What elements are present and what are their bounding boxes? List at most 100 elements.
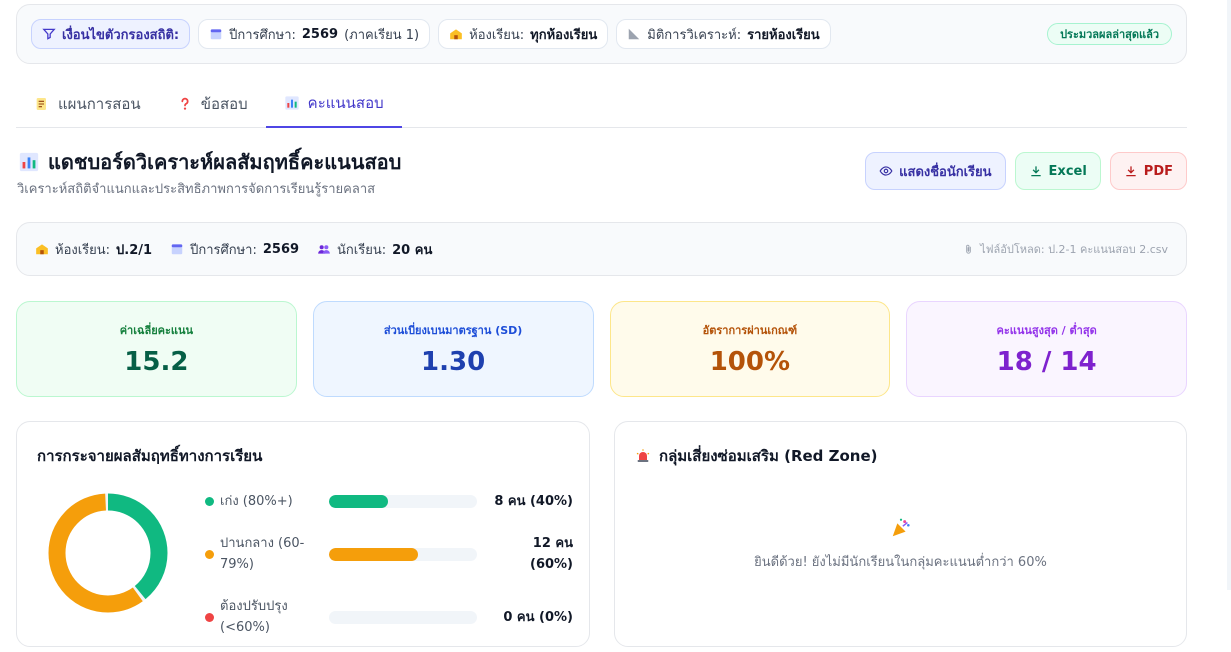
stat-cards: ค่าเฉลี่ยคะแนน 15.2 ส่วนเบี่ยงเบนมาตรฐาน… [16,301,1187,397]
info-students-value: 20 คน [392,242,433,258]
tab-lesson-plan[interactable]: แผนการสอน [16,80,159,128]
info-year-value: 2569 [262,241,300,257]
stat-value: 1.30 [421,347,486,377]
legend-row-good: เก่ง (80%+) 8 คน (40%) [205,486,573,516]
red-zone-empty-message: ยินดีด้วย! ยังไม่มีนักเรียนในกลุ่มคะแนนต… [754,555,1047,570]
filter-chip[interactable]: เงื่อนไขตัวกรองสถิติ: [31,19,191,49]
filter-bar: เงื่อนไขตัวกรองสถิติ: ปีการศึกษา: 2569 (… [16,4,1187,64]
page-title: แดชบอร์ดวิเคราะห์ผลสัมฤทธิ์คะแนนสอบ [18,146,401,178]
tab-exam[interactable]: ข้อสอบ [159,80,266,128]
legend-label: เก่ง (80%+) [220,493,293,509]
info-year: ปีการศึกษา: 2569 [170,239,299,260]
stat-card-pass-rate: อัตราการผ่านเกณฑ์ 100% [609,301,891,397]
bar-chart-icon [19,152,39,172]
download-icon [1126,166,1136,177]
eye-icon [879,166,893,176]
stat-card-sd: ส่วนเบี่ยงเบนมาตรฐาน (SD) 1.30 [312,301,594,397]
legend-row-medium: ปานกลาง (60-79%) 12 คน (60%) [205,529,573,579]
ruler-icon [629,28,640,40]
bar-chart-icon [284,96,299,110]
year-value: 2569 [301,26,339,42]
room-label: ห้องเรียน: [469,27,525,43]
info-room-label: ห้องเรียน: [55,242,111,258]
uploaded-file: ไฟล์อัปโหลด: ป.2-1 คะแนนสอบ 2.csv [963,240,1168,258]
year-chip[interactable]: ปีการศึกษา: 2569 (ภาคเรียน 1) [198,19,431,49]
action-buttons: แสดงชื่อนักเรียน Excel PDF [865,152,1187,190]
paperclip-icon [966,244,971,254]
distribution-panel: การกระจายผลสัมฤทธิ์ทางการเรียน เก่ง (80%… [16,421,590,647]
legend-bar-track [329,610,477,624]
uploaded-file-name: ไฟล์อัปโหลด: ป.2-1 คะแนนสอบ 2.csv [980,243,1168,256]
show-names-label: แสดงชื่อนักเรียน [899,164,992,180]
dimension-value: รายห้องเรียน [747,27,820,43]
legend-count: 8 คน (40%) [494,493,573,509]
tab-label: แผนการสอน [58,95,141,113]
excel-label: Excel [1048,163,1087,179]
dimension-chip[interactable]: มิติการวิเคราะห์: รายห้องเรียน [616,19,831,49]
excel-button[interactable]: Excel [1014,152,1101,190]
red-zone-title-text: กลุ่มเสี่ยงซ่อมเสริม (Red Zone) [659,447,878,465]
legend-dot [205,549,214,559]
room-chip[interactable]: ห้องเรียน: ทุกห้องเรียน [438,19,609,49]
page-subtitle: วิเคราะห์สถิติจำแนกและประสิทธิภาพการจัดก… [17,182,376,197]
legend-dot [205,496,214,506]
calendar-icon [171,244,183,255]
info-room-value: ป.2/1 [116,242,153,258]
class-info-bar: ห้องเรียน: ป.2/1 ปีการศึกษา: 2569 นักเรี… [16,222,1187,276]
stat-value: 15.2 [124,347,189,377]
stat-label: คะแนนสูงสุด / ต่ำสุด [996,324,1097,337]
red-zone-panel: กลุ่มเสี่ยงซ่อมเสริม (Red Zone) ยินดีด้ว… [614,421,1187,647]
legend-dot [205,612,214,622]
legend-count: 12 คน (60%) [530,536,573,572]
legend-label: ต้องปรับปรุง (<60%) [220,599,288,635]
dimension-label: มิติการวิเคราะห์: [647,27,742,43]
stat-value: 18 / 14 [996,347,1097,377]
status-badge: ประมวลผลล่าสุดแล้ว [1047,23,1172,45]
year-term: (ภาคเรียน 1) [344,27,420,43]
info-year-label: ปีการศึกษา: [190,242,257,258]
year-label: ปีการศึกษา: [229,27,296,43]
legend-row-improve: ต้องปรับปรุง (<60%) 0 คน (0%) [205,592,573,642]
memo-icon [36,98,46,110]
download-icon [1030,166,1041,177]
stat-card-max-min: คะแนนสูงสุด / ต่ำสุด 18 / 14 [906,301,1187,397]
red-zone-empty-state: ยินดีด้วย! ยังไม่มีนักเรียนในกลุ่มคะแนนต… [615,517,1186,572]
pdf-label: PDF [1143,163,1173,179]
school-icon [36,244,48,255]
filter-label: เงื่อนไขตัวกรองสถิติ: [62,27,180,43]
party-popper-icon [892,518,910,537]
siren-icon [636,449,650,462]
distribution-legend: เก่ง (80%+) 8 คน (40%) ปานกลาง (60-79%) … [205,486,573,642]
school-icon [450,29,462,40]
legend-bar-track [329,547,477,561]
tab-label: ข้อสอบ [200,95,248,113]
show-names-button[interactable]: แสดงชื่อนักเรียน [865,152,1006,190]
stat-value: 100% [709,347,791,377]
tab-bar: แผนการสอน ข้อสอบ คะแนนสอบ [16,80,1187,128]
scrollbar[interactable] [1227,0,1231,590]
legend-bar-fill [329,547,418,561]
info-students: นักเรียน: 20 คน [317,239,432,260]
stat-card-mean: ค่าเฉลี่ยคะแนน 15.2 [16,301,297,397]
filter-icon [42,28,56,40]
distribution-donut [48,493,168,613]
legend-bar-fill [329,494,389,508]
stat-label: ค่าเฉลี่ยคะแนน [119,324,194,337]
room-value: ทุกห้องเรียน [530,27,598,43]
tab-label: คะแนนสอบ [307,94,384,112]
legend-label: ปานกลาง (60-79%) [220,536,305,572]
tab-scores[interactable]: คะแนนสอบ [265,80,402,128]
red-zone-title: กลุ่มเสี่ยงซ่อมเสริม (Red Zone) [635,444,878,468]
stat-label: ส่วนเบี่ยงเบนมาตรฐาน (SD) [383,324,523,337]
stat-label: อัตราการผ่านเกณฑ์ [702,324,798,337]
pdf-button[interactable]: PDF [1109,152,1187,190]
page-title-text: แดชบอร์ดวิเคราะห์ผลสัมฤทธิ์คะแนนสอบ [48,150,402,174]
calendar-icon [210,29,222,40]
legend-count: 0 คน (0%) [503,609,573,625]
legend-bar-track [329,494,477,508]
info-room: ห้องเรียน: ป.2/1 [35,239,152,260]
users-icon [318,245,330,254]
question-icon [181,97,189,110]
info-students-label: นักเรียน: [337,242,387,258]
distribution-title: การกระจายผลสัมฤทธิ์ทางการเรียน [37,447,263,465]
